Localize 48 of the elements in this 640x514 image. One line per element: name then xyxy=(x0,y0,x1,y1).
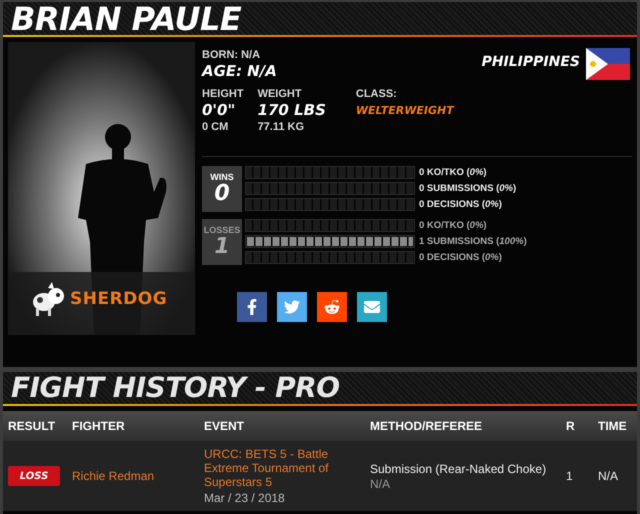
flag-icon xyxy=(586,48,630,80)
alien-icon xyxy=(324,299,340,315)
fighter-name: BRIAN PAULE xyxy=(11,2,242,34)
bird-icon xyxy=(284,299,300,315)
column-header: RESULT xyxy=(8,419,56,433)
class-value: WELTERWEIGHT xyxy=(356,103,454,119)
age-label: AGE: xyxy=(202,62,242,81)
column-header: R xyxy=(566,419,576,433)
email-button[interactable] xyxy=(357,292,387,322)
height-label: HEIGHT xyxy=(202,87,244,101)
envelope-icon xyxy=(364,299,380,315)
weight-kg: 77.11 KG xyxy=(258,120,306,134)
height-cm: 0 CM xyxy=(202,120,230,134)
logo-text: SHERDOG xyxy=(70,289,168,309)
column-header: EVENT xyxy=(204,419,246,433)
method-text: Submission (Rear-Naked Choke) xyxy=(370,462,548,476)
stat-text: 0 KO/TKO (0%) xyxy=(419,219,487,232)
fighter-link[interactable]: Richie Redman xyxy=(72,469,204,483)
born-value: N/A xyxy=(241,48,260,62)
twitter-button[interactable] xyxy=(277,292,307,322)
born-label: BORN: xyxy=(202,48,238,62)
record-label: WINS xyxy=(210,172,234,182)
class-label: CLASS: xyxy=(356,87,398,101)
event-date: Mar / 23 / 2018 xyxy=(204,491,286,505)
age-value: N/A xyxy=(247,62,277,81)
stat-text: 1 SUBMISSIONS (100%) xyxy=(419,235,527,248)
height-value: 0'0" xyxy=(202,101,236,120)
column-header: METHOD/REFEREE xyxy=(370,419,484,433)
stat-text: 0 DECISIONS (0%) xyxy=(419,251,502,264)
referee-text: N/A xyxy=(370,476,392,490)
section-title: FIGHT HISTORY - PRO xyxy=(11,374,340,402)
column-header: TIME xyxy=(598,419,628,433)
country-name: PHILIPPINES xyxy=(482,53,580,70)
stat-text: 0 SUBMISSIONS (0%) xyxy=(419,182,516,195)
result-badge: LOSS xyxy=(8,466,60,486)
record-count: 1 xyxy=(214,235,230,259)
facebook-button[interactable] xyxy=(237,292,267,322)
stat-text: 0 KO/TKO (0%) xyxy=(419,166,487,179)
round-cell-text: 1 xyxy=(566,469,574,483)
column-header: FIGHTER xyxy=(72,419,126,433)
weight-value: 170 LBS xyxy=(258,101,326,120)
weight-label: WEIGHT xyxy=(258,87,303,101)
stat-text: 0 DECISIONS (0%) xyxy=(419,198,502,211)
record-count: 0 xyxy=(214,182,230,206)
event-link[interactable]: URCC: BETS 5 - Battle Extreme Tournament of Superstars 5 xyxy=(204,447,362,489)
record-label: LOSSES xyxy=(204,225,240,235)
reddit-button[interactable] xyxy=(317,292,347,322)
time-cell-text: N/A xyxy=(598,469,620,483)
